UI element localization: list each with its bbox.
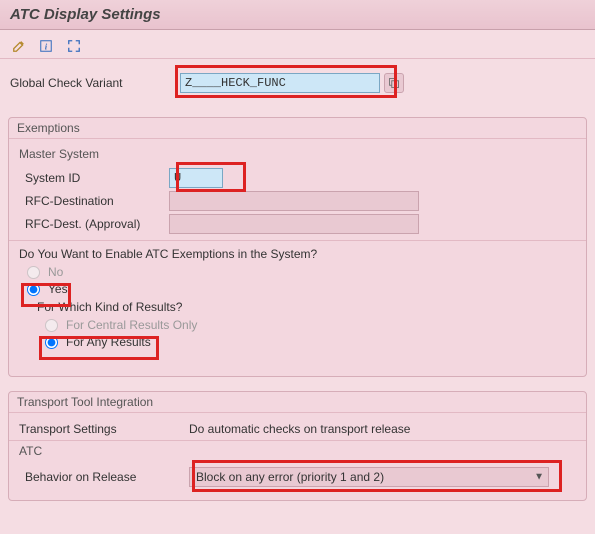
rfc-destination-label: RFC-Destination (19, 194, 169, 208)
edit-button[interactable] (8, 36, 30, 56)
radio-central-input (45, 319, 58, 332)
expand-icon (67, 39, 81, 53)
transport-group: Transport Tool Integration Transport Set… (8, 391, 587, 501)
radio-central-label: For Central Results Only (66, 318, 197, 332)
master-system-label: Master System (19, 145, 576, 165)
exemptions-title: Exemptions (9, 118, 586, 139)
global-check-variant-input[interactable] (180, 73, 380, 93)
rfc-approval-input[interactable] (169, 214, 419, 234)
radio-any-input[interactable] (45, 336, 58, 349)
info-button[interactable]: i (35, 36, 57, 56)
behavior-label: Behavior on Release (19, 470, 189, 484)
transport-settings-label: Transport Settings (19, 422, 189, 436)
pencil-icon (12, 39, 26, 53)
radio-any-results[interactable]: For Any Results (45, 335, 576, 349)
search-help-button[interactable] (384, 73, 404, 93)
window-title: ATC Display Settings (0, 0, 595, 30)
search-help-icon (388, 77, 400, 89)
transport-settings-value: Do automatic checks on transport release (189, 422, 410, 436)
radio-no-label: No (48, 265, 63, 279)
radio-yes[interactable]: Yes (27, 282, 576, 296)
radio-any-label: For Any Results (66, 335, 151, 349)
svg-text:i: i (45, 42, 48, 52)
global-check-label: Global Check Variant (10, 76, 180, 90)
system-id-label: System ID (19, 171, 169, 185)
chevron-down-icon: ▼ (534, 472, 544, 483)
enable-exemptions-question: Do You Want to Enable ATC Exemptions in … (19, 247, 576, 261)
transport-title: Transport Tool Integration (9, 392, 586, 413)
radio-yes-label: Yes (48, 282, 68, 296)
behavior-dropdown[interactable]: Block on any error (priority 1 and 2) ▼ (189, 467, 549, 487)
behavior-dropdown-value: Block on any error (priority 1 and 2) (196, 470, 384, 484)
radio-central-results[interactable]: For Central Results Only (45, 318, 576, 332)
info-icon: i (39, 39, 53, 53)
toolbar: i (0, 30, 595, 59)
atc-subtitle: ATC (9, 440, 586, 461)
rfc-destination-input[interactable] (169, 191, 419, 211)
radio-yes-input[interactable] (27, 283, 40, 296)
expand-button[interactable] (63, 36, 85, 56)
results-kind-question: For Which Kind of Results? (37, 300, 576, 314)
radio-no-input (27, 266, 40, 279)
radio-no[interactable]: No (27, 265, 576, 279)
system-id-input[interactable] (169, 168, 223, 188)
exemptions-group: Exemptions Master System System ID RFC-D… (8, 117, 587, 377)
rfc-approval-label: RFC-Dest. (Approval) (19, 217, 169, 231)
